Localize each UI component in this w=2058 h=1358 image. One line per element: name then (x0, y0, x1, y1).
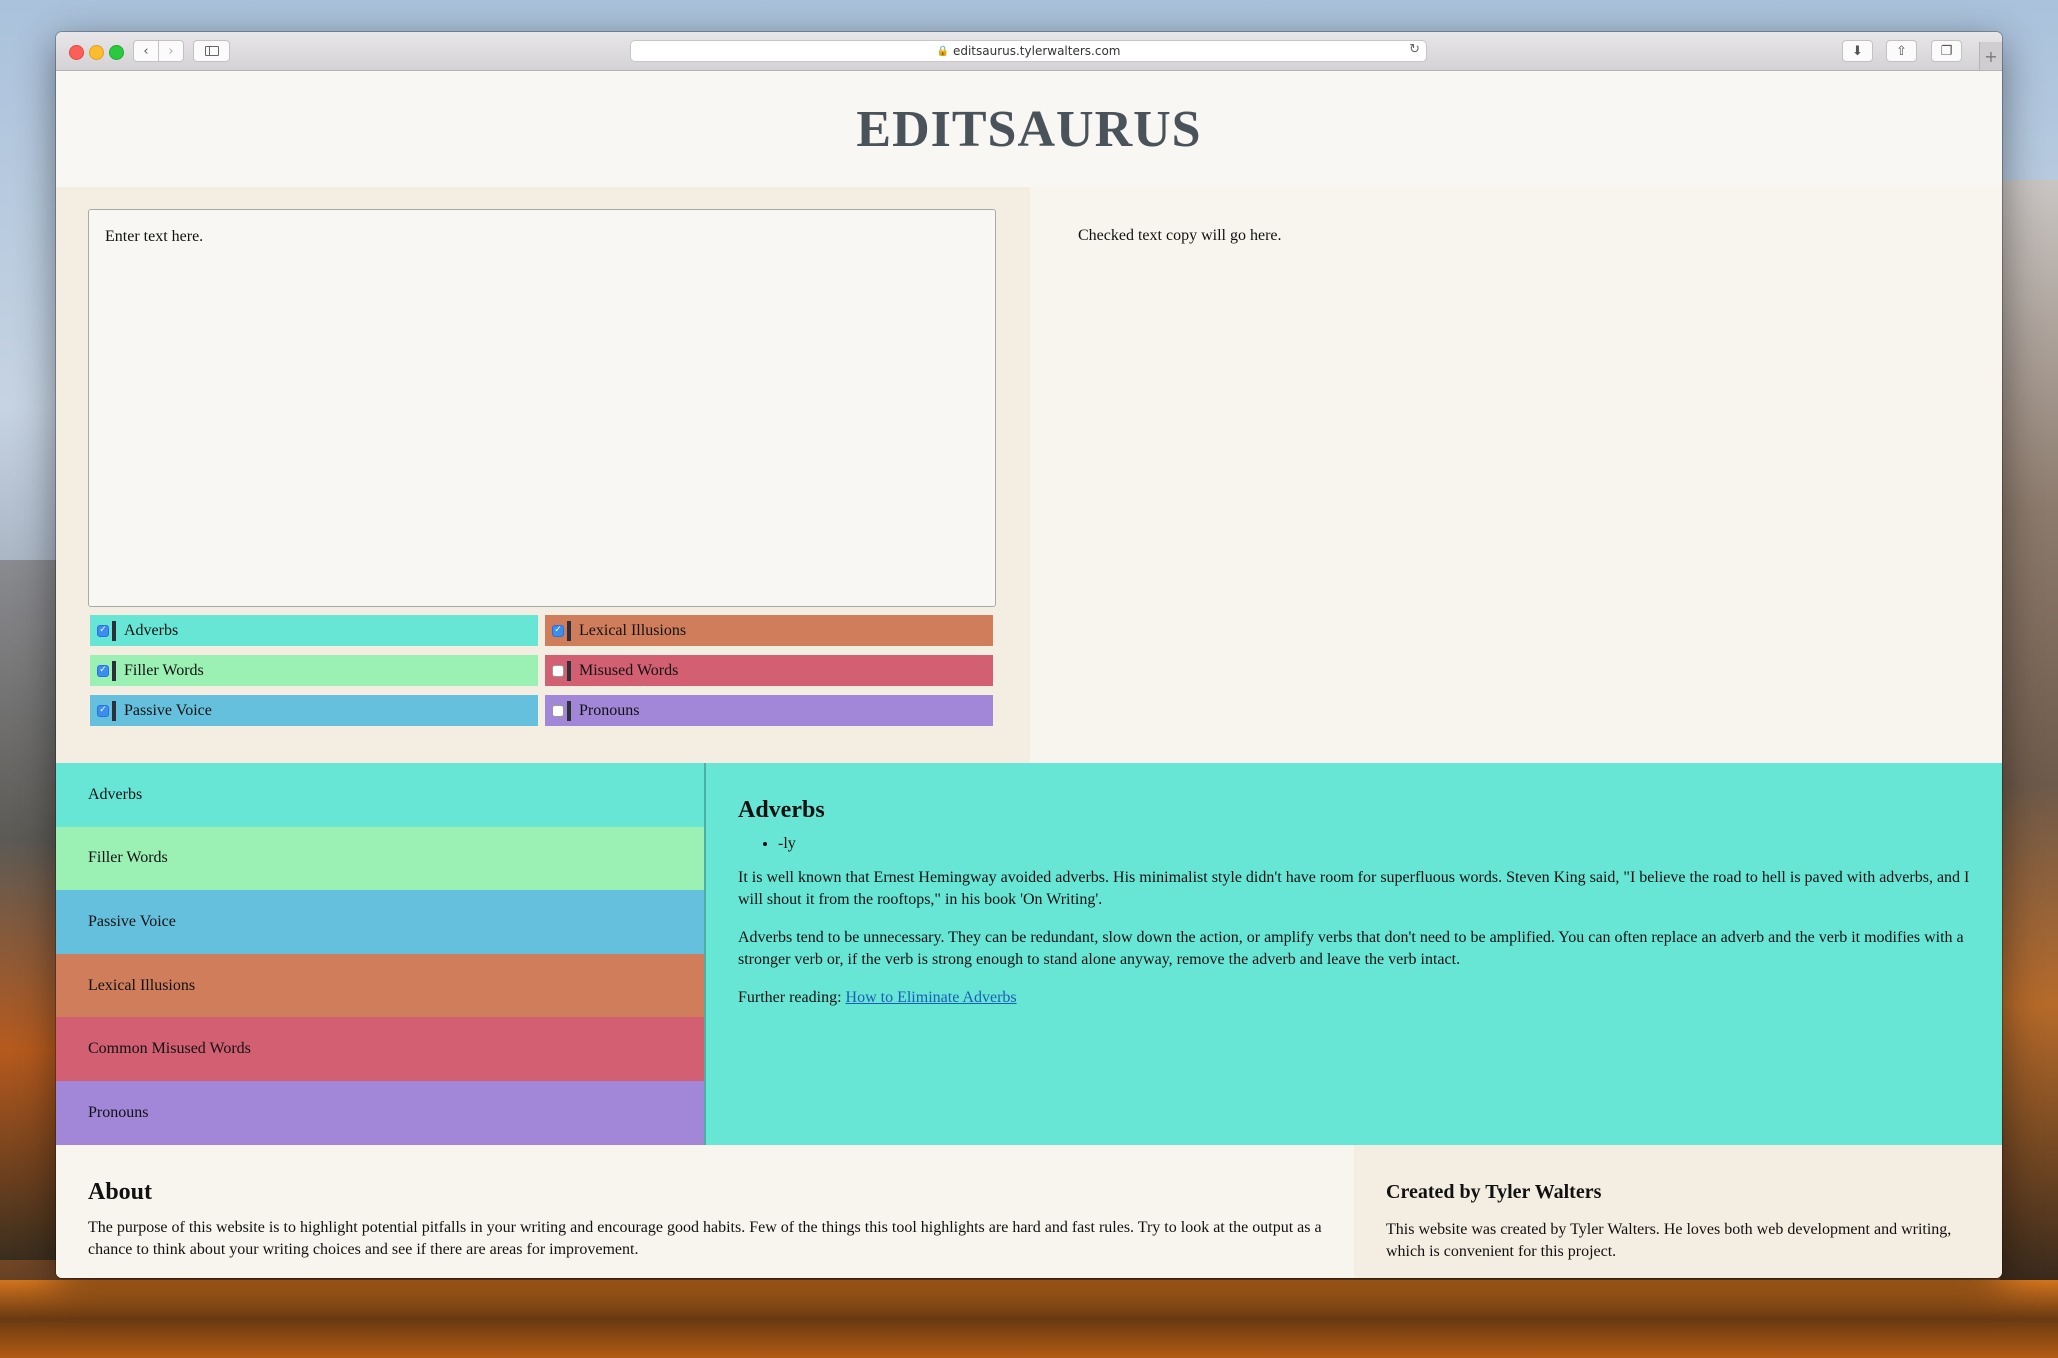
sidebar-toggle-button[interactable] (193, 40, 230, 62)
tab-pronouns[interactable]: Pronouns (56, 1080, 704, 1145)
editor-section: Enter text here. ✓ Adverbs ✓ Lexical Illus… (56, 187, 2002, 763)
checkbox[interactable] (552, 704, 564, 717)
site-header: EDITSAURUS (56, 71, 2002, 187)
lock-icon: 🔒 (936, 45, 949, 57)
option-passive-voice[interactable]: ✓ Passive Voice (90, 695, 538, 726)
forward-button[interactable]: › (158, 40, 184, 62)
output-panel: Checked text copy will go here. (1030, 187, 2002, 763)
plus-icon: + (1984, 46, 1998, 66)
color-marker (567, 700, 571, 721)
credit-title: Created by Tyler Walters (1386, 1181, 1602, 1203)
tab-adverbs[interactable]: Adverbs (56, 763, 704, 827)
tab-filler-words[interactable]: Filler Words (56, 826, 704, 891)
color-marker (112, 700, 116, 721)
text-input[interactable]: Enter text here. (88, 209, 996, 607)
tab-passive-voice[interactable]: Passive Voice (56, 890, 704, 954)
color-marker (567, 660, 571, 681)
downloads-button[interactable]: ⬇ (1842, 40, 1873, 62)
reload-icon[interactable]: ↻ (1409, 42, 1420, 57)
color-marker (567, 620, 571, 641)
checkbox[interactable]: ✓ (97, 624, 109, 637)
option-pronouns[interactable]: Pronouns (545, 695, 993, 726)
zoom-window-button[interactable] (109, 45, 124, 60)
rule-title: Adverbs (738, 797, 825, 823)
checkbox[interactable]: ✓ (552, 624, 564, 637)
color-marker (112, 660, 116, 681)
close-window-button[interactable] (69, 45, 84, 60)
url-text: editsaurus.tylerwalters.com (952, 44, 1121, 58)
option-label: Filler Words (124, 661, 204, 679)
footer-section: About The purpose of this website is to … (56, 1145, 2002, 1278)
input-panel: Enter text here. ✓ Adverbs ✓ Lexical Illus… (56, 187, 1030, 763)
share-button[interactable]: ⇧ (1886, 40, 1917, 62)
rules-tab-list: Adverbs Filler Words Passive Voice Lexic… (56, 763, 706, 1145)
option-label: Passive Voice (124, 701, 212, 719)
tab-common-misused-words[interactable]: Common Misused Words (56, 1017, 704, 1081)
tab-lexical-illusions[interactable]: Lexical Illusions (56, 953, 704, 1018)
site-title: EDITSAURUS (856, 100, 1202, 158)
chevron-left-icon: ‹ (143, 43, 149, 59)
option-label: Adverbs (124, 621, 179, 639)
browser-window: ‹ › 🔒 editsaurus.tylerwalters.com ↻ ⬇ ⇧ … (56, 32, 2002, 1278)
option-lexical-illusions[interactable]: ✓ Lexical Illusions (545, 615, 993, 646)
rule-paragraph: It is well known that Ernest Hemingway a… (738, 869, 1970, 908)
rule-paragraph: Adverbs tend to be unnecessary. They can… (738, 929, 1964, 968)
highlight-options: ✓ Adverbs ✓ Lexical Illusions ✓ Filler Word… (90, 615, 998, 726)
option-filler-words[interactable]: ✓ Filler Words (90, 655, 538, 686)
show-tabs-button[interactable]: ❐ (1931, 40, 1962, 62)
option-adverbs[interactable]: ✓ Adverbs (90, 615, 538, 646)
option-label: Lexical Illusions (579, 621, 687, 639)
credit-text: This website was created by Tyler Walter… (1386, 1221, 1952, 1260)
page-content: EDITSAURUS Enter text here. ✓ Adverbs ✓ Le… (56, 71, 2002, 1278)
rule-examples: -ly (738, 833, 1970, 855)
color-marker (112, 620, 116, 641)
option-label: Misused Words (579, 661, 679, 679)
checkbox[interactable]: ✓ (97, 664, 109, 677)
about-text: The purpose of this website is to highli… (88, 1219, 1322, 1258)
share-icon: ⇧ (1896, 43, 1907, 59)
rules-section: Adverbs Filler Words Passive Voice Lexic… (56, 763, 2002, 1145)
tabs-icon: ❐ (1940, 43, 1953, 59)
new-tab-button[interactable]: + (1979, 42, 2002, 70)
download-icon: ⬇ (1852, 43, 1863, 59)
further-reading-link[interactable]: How to Eliminate Adverbs (846, 989, 1017, 1006)
option-label: Pronouns (579, 701, 640, 719)
address-bar[interactable]: 🔒 editsaurus.tylerwalters.com ↻ (630, 40, 1427, 62)
chevron-right-icon: › (168, 43, 174, 59)
about-title: About (88, 1179, 153, 1205)
checkbox[interactable] (552, 664, 564, 677)
further-reading: Further reading: How to Eliminate Adverb… (738, 987, 1970, 1009)
about-panel: About The purpose of this website is to … (56, 1145, 1354, 1278)
back-button[interactable]: ‹ (133, 40, 159, 62)
rule-description: Adverbs -ly It is well known that Ernest… (706, 763, 2002, 1145)
credit-panel: Created by Tyler Walters This website wa… (1354, 1145, 2002, 1278)
browser-toolbar: ‹ › 🔒 editsaurus.tylerwalters.com ↻ ⬇ ⇧ … (56, 32, 2002, 71)
checkbox[interactable]: ✓ (97, 704, 109, 717)
minimize-window-button[interactable] (89, 45, 104, 60)
output-text: Checked text copy will go here. (1078, 227, 1282, 244)
sidebar-icon (204, 46, 219, 56)
option-misused-words[interactable]: Misused Words (545, 655, 993, 686)
further-reading-label: Further reading: (738, 989, 846, 1006)
rule-example-item: -ly (778, 833, 1970, 855)
